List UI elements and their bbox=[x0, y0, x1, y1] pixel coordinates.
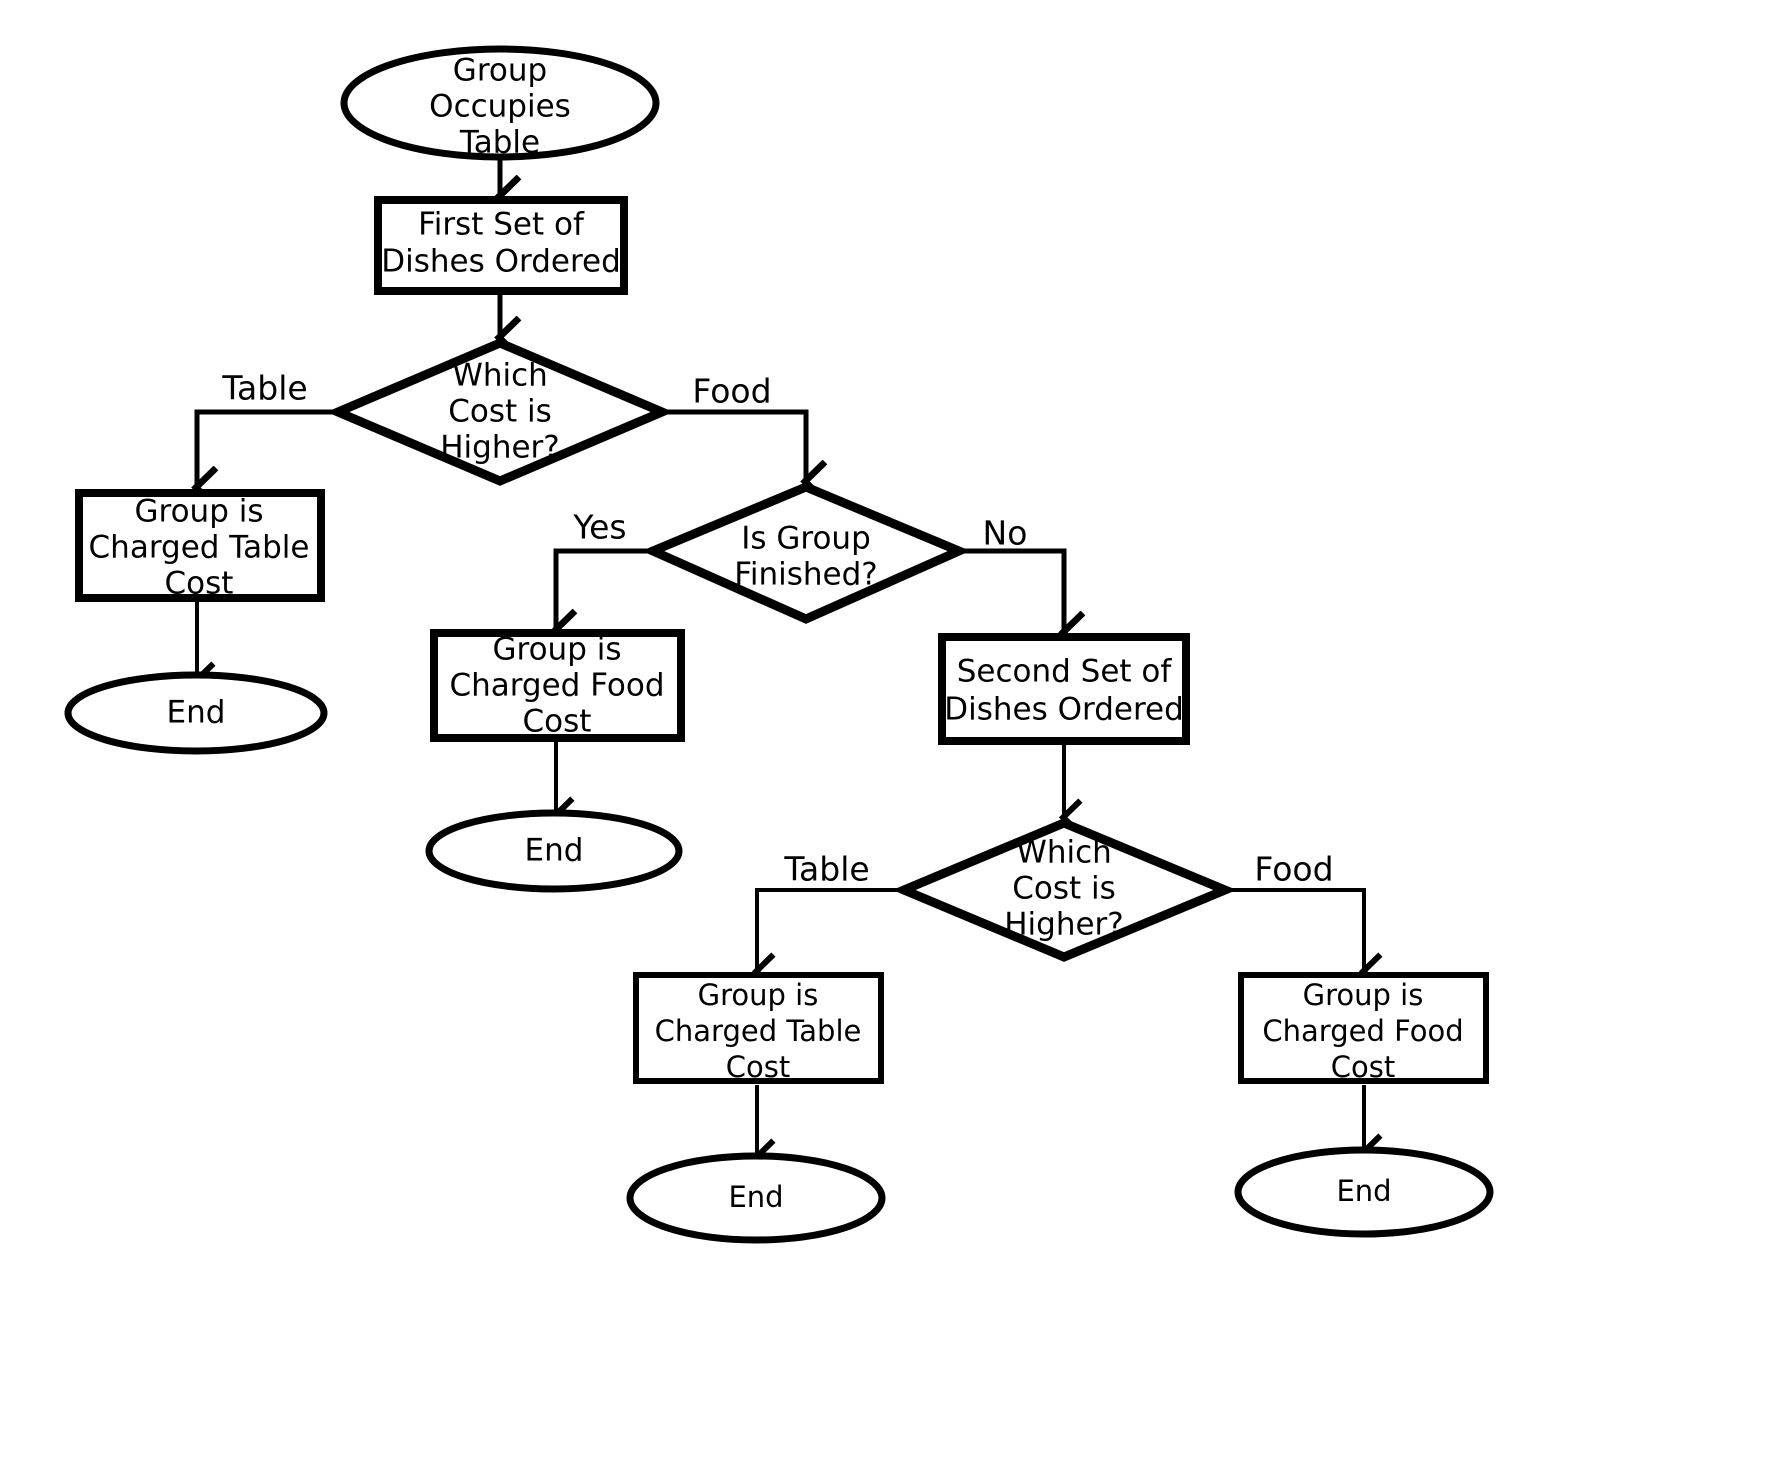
first-set-label-line-1: First Set of bbox=[418, 207, 585, 243]
node-charged-food-cost-2[interactable]: Group is Charged Food Cost bbox=[1238, 972, 1489, 1084]
start-label-line-2: Occupies bbox=[429, 89, 571, 125]
connector-decision2-no-branch bbox=[959, 548, 1064, 632]
end4-label: End bbox=[1336, 1174, 1391, 1208]
decision1-label-line-1: Which bbox=[452, 358, 548, 394]
charged-table-1-line-1: Group is bbox=[135, 494, 264, 530]
edge-label-decision1-table: Table bbox=[221, 369, 307, 408]
node-first-set-of-dishes[interactable]: First Set of Dishes Ordered bbox=[374, 196, 628, 295]
edge-label-decision1-food: Food bbox=[692, 372, 771, 411]
node-end-2[interactable]: End bbox=[425, 809, 683, 893]
end2-label: End bbox=[525, 833, 584, 869]
decision1-label-line-2: Cost is bbox=[448, 394, 552, 430]
charged-table-1-line-2: Charged Table bbox=[89, 530, 310, 566]
second-set-line-2: Dishes Ordered bbox=[944, 692, 1184, 728]
edge-label-decision3-food: Food bbox=[1254, 850, 1333, 889]
decision2-label-line-1: Is Group bbox=[741, 521, 871, 557]
flowchart-svg: Group Occupies Table First Set of Dishes… bbox=[64, 45, 1494, 1244]
node-charged-table-cost-2[interactable]: Group is Charged Table Cost bbox=[633, 972, 884, 1084]
end3-label: End bbox=[728, 1180, 783, 1214]
connector-decision1-food-branch bbox=[662, 409, 806, 481]
node-end-1[interactable]: End bbox=[64, 671, 328, 755]
first-set-label-line-2: Dishes Ordered bbox=[381, 244, 621, 280]
charged-food-2-line-1: Group is bbox=[1303, 978, 1424, 1012]
charged-food-1-line-1: Group is bbox=[493, 632, 622, 668]
charged-food-2-line-3: Cost bbox=[1331, 1050, 1395, 1084]
start-label-line-1: Group bbox=[453, 53, 547, 89]
edge-label-decision2-no: No bbox=[983, 514, 1028, 553]
charged-table-1-line-3: Cost bbox=[165, 566, 234, 602]
connector-decision2-yes-branch bbox=[556, 548, 653, 630]
connector-decision3-food-branch bbox=[1225, 888, 1364, 971]
node-decision-which-cost-higher-1[interactable]: Which Cost is Higher? bbox=[326, 338, 674, 486]
end1-label: End bbox=[167, 695, 226, 731]
node-charged-food-cost-1[interactable]: Group is Charged Food Cost bbox=[430, 629, 685, 742]
decision3-label-line-3: Higher? bbox=[1004, 907, 1124, 943]
decision2-label-line-2: Finished? bbox=[734, 557, 877, 593]
decision3-label-line-1: Which bbox=[1016, 835, 1112, 871]
charged-food-1-line-3: Cost bbox=[523, 704, 592, 740]
charged-food-1-line-2: Charged Food bbox=[449, 668, 664, 704]
charged-table-2-line-3: Cost bbox=[726, 1050, 790, 1084]
decision3-label-line-2: Cost is bbox=[1012, 871, 1116, 907]
flowchart-canvas: Group Occupies Table First Set of Dishes… bbox=[0, 0, 1769, 1466]
node-second-set-of-dishes[interactable]: Second Set of Dishes Ordered bbox=[938, 633, 1190, 745]
node-decision-is-group-finished[interactable]: Is Group Finished? bbox=[641, 482, 971, 624]
node-end-3[interactable]: End bbox=[626, 1152, 886, 1244]
connector-decision3-table-branch bbox=[757, 888, 904, 971]
charged-table-2-line-1: Group is bbox=[698, 978, 819, 1012]
node-decision-which-cost-higher-2[interactable]: Which Cost is Higher? bbox=[892, 818, 1237, 962]
charged-food-2-line-2: Charged Food bbox=[1262, 1014, 1463, 1048]
decision1-label-line-3: Higher? bbox=[440, 430, 560, 466]
charged-table-2-line-2: Charged Table bbox=[655, 1014, 862, 1048]
node-charged-table-cost-1[interactable]: Group is Charged Table Cost bbox=[75, 489, 325, 602]
start-label-line-3: Table bbox=[459, 125, 540, 161]
edge-label-decision2-yes: Yes bbox=[572, 508, 626, 547]
node-end-4[interactable]: End bbox=[1234, 1146, 1494, 1238]
connector-decision1-table-branch bbox=[197, 409, 338, 487]
second-set-line-1: Second Set of bbox=[957, 654, 1173, 690]
edge-label-decision3-table: Table bbox=[783, 850, 869, 889]
node-start[interactable]: Group Occupies Table bbox=[340, 45, 660, 161]
